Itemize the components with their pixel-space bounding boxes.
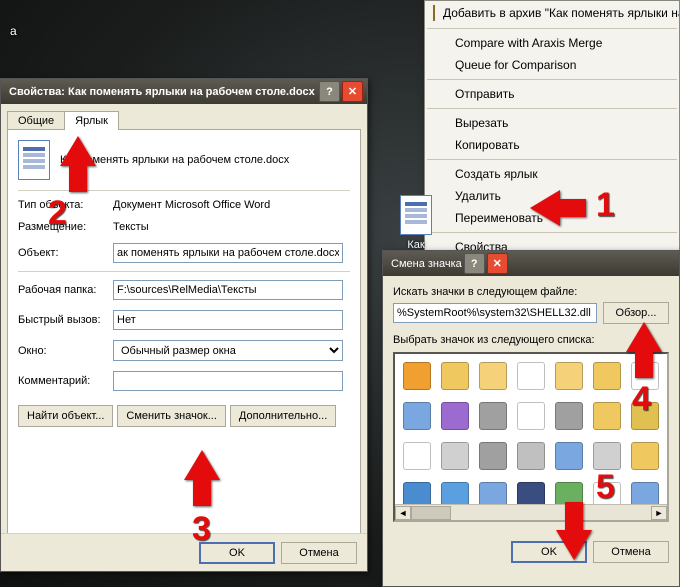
icon-path-input[interactable] bbox=[393, 303, 597, 323]
run-select[interactable]: Обычный размер окна bbox=[113, 340, 343, 361]
tab-pane-shortcut: Как поменять ярлыки на рабочем столе.doc… bbox=[7, 129, 361, 543]
ctx-cut[interactable]: Вырезать bbox=[425, 112, 679, 134]
scroll-right-arrow[interactable]: ► bbox=[651, 506, 667, 520]
callout-number-1: 1 bbox=[596, 188, 615, 222]
icon-cell[interactable] bbox=[551, 398, 587, 434]
location-value: Тексты bbox=[113, 221, 350, 233]
change-icon-titlebar[interactable]: Смена значка ? ✕ bbox=[383, 251, 679, 276]
run-label: Окно: bbox=[18, 345, 113, 357]
icon-cell[interactable] bbox=[399, 438, 435, 474]
ctx-araxis-queue[interactable]: Queue for Comparison bbox=[425, 54, 679, 76]
comment-input[interactable] bbox=[113, 371, 343, 391]
search-label: Искать значки в следующем файле: bbox=[393, 286, 669, 298]
desktop-text-fragment: а bbox=[10, 24, 17, 38]
callout-number-5: 5 bbox=[596, 470, 615, 504]
properties-dialog: Свойства: Как поменять ярлыки на рабочем… bbox=[0, 78, 368, 572]
ctx-araxis-compare[interactable]: Compare with Araxis Merge bbox=[425, 32, 679, 54]
comment-label: Комментарий: bbox=[18, 375, 113, 387]
help-button[interactable]: ? bbox=[464, 253, 485, 274]
tab-shortcut[interactable]: Ярлык bbox=[64, 111, 119, 130]
word-document-icon bbox=[18, 140, 50, 180]
target-input[interactable] bbox=[113, 243, 343, 263]
icon-cell[interactable] bbox=[513, 438, 549, 474]
cancel-button[interactable]: Отмена bbox=[593, 541, 669, 563]
icon-cell[interactable] bbox=[437, 358, 473, 394]
separator bbox=[18, 271, 350, 272]
hotkey-label: Быстрый вызов: bbox=[18, 314, 113, 326]
archiver-icon bbox=[433, 5, 435, 21]
target-label: Объект: bbox=[18, 247, 113, 259]
callout-number-2: 2 bbox=[48, 196, 67, 230]
scroll-left-arrow[interactable]: ◄ bbox=[395, 506, 411, 520]
change-icon-title: Смена значка bbox=[391, 258, 462, 270]
ctx-create-shortcut[interactable]: Создать ярлык bbox=[425, 163, 679, 185]
icon-cell[interactable] bbox=[475, 398, 511, 434]
startin-input[interactable] bbox=[113, 280, 343, 300]
icon-cell[interactable] bbox=[437, 398, 473, 434]
scroll-track[interactable] bbox=[411, 506, 651, 520]
callout-arrow-2 bbox=[60, 136, 96, 166]
horizontal-scrollbar[interactable]: ◄ ► bbox=[395, 504, 667, 520]
advanced-button[interactable]: Дополнительно... bbox=[230, 405, 336, 427]
callout-arrow-4 bbox=[626, 322, 662, 352]
browse-button[interactable]: Обзор... bbox=[603, 302, 669, 324]
callout-number-4: 4 bbox=[632, 382, 651, 416]
callout-arrow-5 bbox=[556, 530, 592, 560]
word-document-icon bbox=[400, 195, 432, 235]
scroll-thumb[interactable] bbox=[411, 506, 451, 520]
help-button[interactable]: ? bbox=[319, 81, 340, 102]
ctx-send-to[interactable]: Отправить bbox=[425, 83, 679, 105]
ctx-separator bbox=[427, 108, 677, 109]
icon-cell[interactable] bbox=[627, 438, 663, 474]
change-icon-button[interactable]: Сменить значок... bbox=[117, 405, 226, 427]
find-target-button[interactable]: Найти объект... bbox=[18, 405, 113, 427]
icon-cell[interactable] bbox=[513, 358, 549, 394]
close-button[interactable]: ✕ bbox=[487, 253, 508, 274]
type-value: Документ Microsoft Office Word bbox=[113, 199, 350, 211]
icon-cell[interactable] bbox=[589, 358, 625, 394]
tab-general[interactable]: Общие bbox=[7, 111, 65, 130]
cancel-button[interactable]: Отмена bbox=[281, 542, 357, 564]
callout-arrow-3 bbox=[184, 450, 220, 480]
separator bbox=[18, 190, 350, 191]
startin-label: Рабочая папка: bbox=[18, 284, 113, 296]
change-icon-dialog: Смена значка ? ✕ Искать значки в следующ… bbox=[382, 250, 680, 587]
icon-cell[interactable] bbox=[475, 358, 511, 394]
callout-arrow-1 bbox=[530, 190, 560, 226]
hotkey-input[interactable] bbox=[113, 310, 343, 330]
ctx-separator bbox=[427, 159, 677, 160]
icon-cell[interactable] bbox=[475, 438, 511, 474]
filename-text: Как поменять ярлыки на рабочем столе.doc… bbox=[60, 154, 350, 166]
ctx-separator bbox=[427, 79, 677, 80]
ctx-separator bbox=[427, 28, 677, 29]
icon-cell[interactable] bbox=[551, 358, 587, 394]
properties-titlebar[interactable]: Свойства: Как поменять ярлыки на рабочем… bbox=[1, 79, 367, 104]
ctx-add-to-archive[interactable]: Добавить в архив "Как поменять ярлыки на… bbox=[425, 1, 679, 25]
ctx-copy[interactable]: Копировать bbox=[425, 134, 679, 156]
icon-cell[interactable] bbox=[437, 438, 473, 474]
ctx-separator bbox=[427, 232, 677, 233]
icon-grid: ◄ ► bbox=[393, 352, 669, 522]
icon-cell[interactable] bbox=[551, 438, 587, 474]
icon-cell[interactable] bbox=[589, 398, 625, 434]
callout-number-3: 3 bbox=[192, 512, 211, 546]
ctx-label: Добавить в архив "Как поменять ярлыки на… bbox=[443, 6, 679, 20]
icon-cell[interactable] bbox=[399, 358, 435, 394]
properties-title: Свойства: Как поменять ярлыки на рабочем… bbox=[9, 86, 317, 98]
icon-cell[interactable] bbox=[513, 398, 549, 434]
close-button[interactable]: ✕ bbox=[342, 81, 363, 102]
icon-cell[interactable] bbox=[399, 398, 435, 434]
